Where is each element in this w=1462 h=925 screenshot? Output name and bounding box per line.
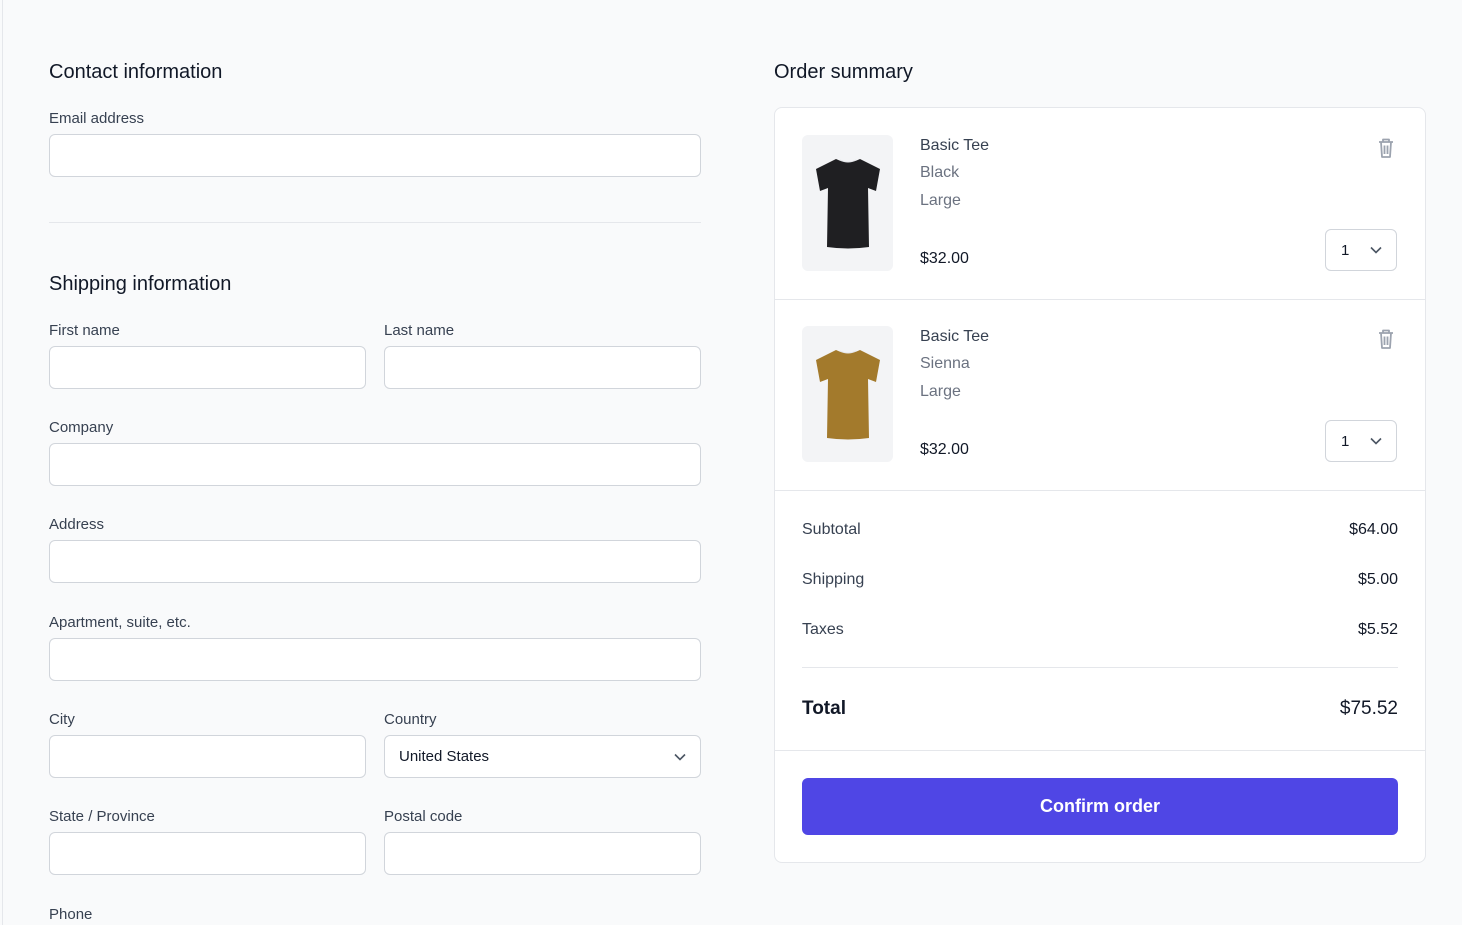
item-name: Basic Tee — [920, 137, 990, 154]
item-color: Sienna — [920, 355, 970, 372]
company-label: Company — [49, 419, 114, 436]
total-value: $75.52 — [1339, 698, 1398, 719]
total-label: Total — [802, 698, 846, 719]
t-shirt-icon — [815, 159, 880, 249]
email-label: Email address — [49, 110, 145, 127]
chevron-down-icon — [1370, 437, 1382, 445]
chevron-down-icon — [674, 753, 686, 761]
postal-code-field[interactable] — [384, 832, 701, 875]
page-edge-divider — [2, 0, 3, 925]
apartment-field[interactable] — [49, 638, 701, 681]
item-price: $32.00 — [920, 250, 969, 267]
city-field[interactable] — [49, 735, 366, 778]
address-field[interactable] — [49, 540, 701, 583]
country-select[interactable]: United States — [384, 735, 701, 778]
shipping-label: Shipping — [802, 571, 865, 588]
item-size: Large — [920, 383, 961, 400]
state-label: State / Province — [49, 808, 155, 825]
order-summary-card: Basic Tee Black Large $32.00 1 Basic Tee… — [774, 107, 1426, 863]
item-size: Large — [920, 192, 961, 209]
trash-icon[interactable] — [1375, 136, 1397, 160]
product-image — [802, 326, 893, 462]
apartment-label: Apartment, suite, etc. — [49, 614, 191, 631]
company-field[interactable] — [49, 443, 701, 486]
confirm-order-button[interactable]: Confirm order — [802, 778, 1398, 835]
address-label: Address — [49, 516, 105, 533]
last-name-label: Last name — [384, 322, 455, 339]
quantity-value: 1 — [1341, 241, 1350, 259]
country-label: Country — [384, 711, 437, 728]
taxes-row: Taxes $5.52 — [802, 621, 1398, 639]
item-divider — [775, 490, 1425, 491]
state-field[interactable] — [49, 832, 366, 875]
subtotal-value: $64.00 — [1349, 521, 1398, 538]
subtotal-label: Subtotal — [802, 521, 861, 538]
t-shirt-icon — [815, 350, 880, 440]
trash-icon[interactable] — [1375, 327, 1397, 351]
quantity-select[interactable]: 1 — [1325, 229, 1397, 271]
first-name-field[interactable] — [49, 346, 366, 389]
first-name-label: First name — [49, 322, 120, 339]
item-name: Basic Tee — [920, 328, 990, 345]
quantity-value: 1 — [1341, 432, 1350, 450]
section-divider — [49, 222, 701, 223]
item-color: Black — [920, 164, 960, 181]
taxes-value: $5.52 — [1357, 621, 1398, 638]
taxes-label: Taxes — [802, 621, 844, 638]
postal-code-label: Postal code — [384, 808, 463, 825]
total-row: Total $75.52 — [802, 698, 1398, 720]
shipping-value: $5.00 — [1357, 571, 1398, 588]
product-image — [802, 135, 893, 271]
phone-label: Phone — [49, 906, 93, 923]
subtotal-row: Subtotal $64.00 — [802, 521, 1398, 539]
chevron-down-icon — [1370, 246, 1382, 254]
last-name-field[interactable] — [384, 346, 701, 389]
quantity-select[interactable]: 1 — [1325, 420, 1397, 462]
item-price: $32.00 — [920, 441, 969, 458]
country-selected-value: United States — [399, 748, 490, 765]
shipping-row: Shipping $5.00 — [802, 571, 1398, 589]
footer-divider — [775, 750, 1425, 751]
city-label: City — [49, 711, 75, 728]
cart-item: Basic Tee Sienna Large $32.00 1 — [775, 299, 1425, 490]
summary-divider — [802, 667, 1398, 668]
contact-section-title: Contact information — [49, 61, 223, 83]
order-summary-title: Order summary — [774, 61, 913, 83]
shipping-section-title: Shipping information — [49, 273, 232, 295]
email-field[interactable] — [49, 134, 701, 177]
cart-item: Basic Tee Black Large $32.00 1 — [775, 108, 1425, 299]
